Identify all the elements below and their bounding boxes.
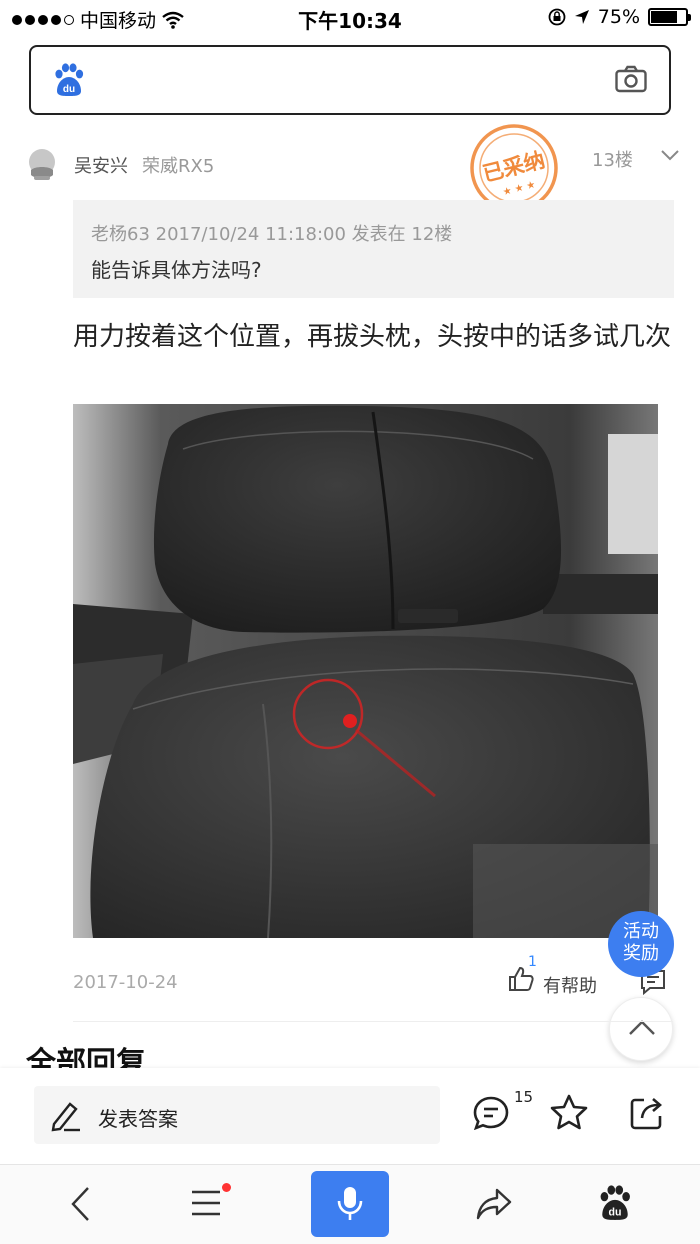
avatar[interactable] — [28, 148, 56, 180]
svg-text:du: du — [609, 1207, 622, 1219]
quote-text: 能告诉具体方法吗? — [91, 258, 262, 282]
action-bar: 发表答案 15 — [0, 1068, 700, 1164]
status-right: 75% — [548, 6, 691, 28]
favorite-star-icon[interactable] — [550, 1094, 588, 1130]
back-arrow-icon[interactable] — [68, 1185, 92, 1223]
search-bar[interactable]: du — [29, 45, 671, 115]
baidu-paw-logo-icon[interactable]: du — [53, 63, 85, 97]
menu-icon — [192, 1190, 220, 1216]
quoted-reply[interactable]: 老杨63 2017/10/24 11:18:00 发表在 12楼 能告诉具体方法… — [73, 200, 674, 298]
orientation-lock-icon — [548, 8, 566, 26]
quote-meta: 老杨63 2017/10/24 11:18:00 发表在 12楼 — [91, 224, 453, 245]
thumbs-up-icon[interactable] — [508, 966, 534, 992]
microphone-icon — [337, 1187, 363, 1220]
activity-reward-button[interactable]: 活动 奖励 — [608, 911, 674, 977]
svg-text:★ ★ ★: ★ ★ ★ — [502, 179, 537, 198]
baidu-home-icon[interactable]: du — [598, 1185, 632, 1221]
svg-text:du: du — [63, 84, 75, 95]
scroll-to-top-button[interactable] — [609, 997, 673, 1061]
divider — [73, 1021, 673, 1022]
chevron-down-icon[interactable] — [660, 148, 680, 162]
car-seat-photo — [73, 404, 658, 938]
author-tag: 荣威RX5 — [142, 156, 215, 177]
camera-icon[interactable] — [615, 65, 647, 93]
activity-line-1: 活动 — [623, 921, 659, 942]
reply-count: 15 — [514, 1088, 534, 1106]
floor-number: 13楼 — [592, 150, 633, 171]
all-replies-heading: 全部回复 — [26, 1046, 146, 1068]
activity-line-2: 奖励 — [623, 943, 659, 964]
battery-icon — [648, 8, 691, 26]
share-icon[interactable] — [630, 1096, 666, 1130]
answer-text: 用力按着这个位置，再拔头枕，头按中的话多试几次 — [73, 322, 672, 352]
post-answer-button[interactable]: 发表答案 — [34, 1086, 440, 1144]
battery-fill — [651, 11, 677, 23]
answer-photo[interactable] — [73, 404, 658, 938]
voice-search-button[interactable] — [311, 1171, 389, 1237]
helpful-label[interactable]: 有帮助 — [543, 972, 597, 998]
status-bar: 中国移动 下午10:34 75% — [0, 0, 700, 36]
pen-icon — [51, 1102, 80, 1132]
notification-dot — [222, 1183, 231, 1192]
post-date: 2017-10-24 — [73, 972, 178, 993]
battery-percent: 75% — [597, 6, 640, 28]
location-icon — [574, 10, 589, 24]
author-name[interactable]: 吴安兴 — [74, 152, 128, 178]
svg-text:已采纳: 已采纳 — [480, 148, 547, 187]
menu-button[interactable] — [190, 1183, 231, 1223]
bottom-nav: du — [0, 1164, 700, 1244]
reply-icon[interactable] — [473, 1096, 509, 1130]
post-answer-label: 发表答案 — [98, 1107, 178, 1131]
forward-share-icon[interactable] — [476, 1187, 512, 1221]
